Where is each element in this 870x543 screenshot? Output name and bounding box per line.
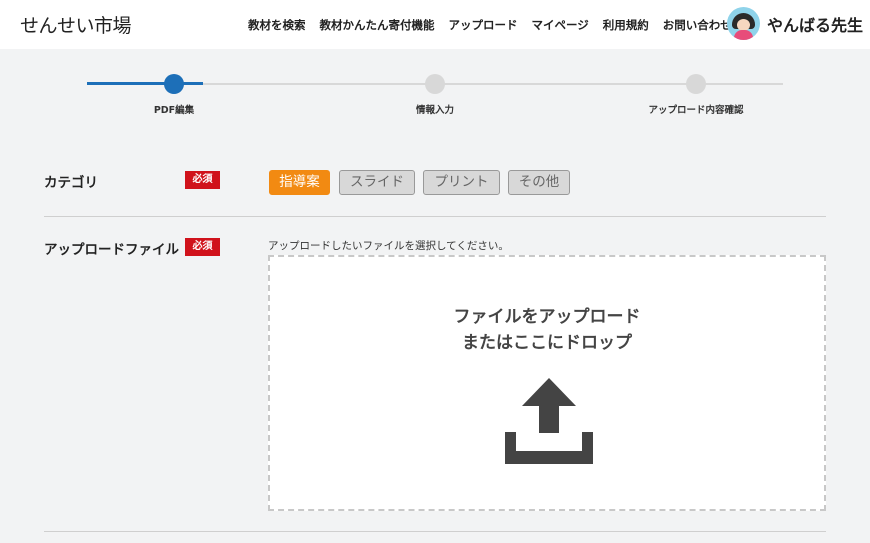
progress-stepper: PDF編集 情報入力 アップロード内容確認 — [0, 49, 870, 129]
site-logo[interactable]: せんせい市場 — [20, 11, 132, 38]
nav-terms[interactable]: 利用規約 — [603, 17, 649, 33]
step-2-dot — [425, 74, 445, 94]
avatar[interactable] — [727, 7, 760, 40]
user-name[interactable]: やんばる先生 — [767, 12, 863, 36]
category-label: カテゴリ — [44, 175, 98, 191]
step-3-label: アップロード内容確認 — [648, 105, 744, 116]
dropzone-title-line2: またはここにドロップ — [462, 333, 632, 353]
nav-contact[interactable]: お問い合わせ — [663, 17, 732, 33]
stepper-progress — [87, 82, 203, 85]
nav-donation[interactable]: 教材かんたん寄付機能 — [320, 17, 435, 33]
user-menu[interactable]: やんばる先生 — [727, 7, 863, 40]
upload-file-label: アップロードファイル — [44, 242, 179, 258]
dropzone-title-line1: ファイルをアップロード — [453, 307, 641, 327]
category-option-slides[interactable]: スライド — [339, 170, 415, 195]
step-1-dot — [164, 74, 184, 94]
divider — [44, 531, 826, 532]
file-dropzone[interactable]: ファイルをアップロード またはここにドロップ — [268, 255, 826, 511]
divider — [44, 216, 826, 217]
category-option-print[interactable]: プリント — [423, 170, 500, 195]
category-option-lesson-plan[interactable]: 指導案 — [269, 170, 330, 195]
site-header: せんせい市場 教材を検索 教材かんたん寄付機能 アップロード マイページ 利用規… — [0, 0, 870, 49]
nav-search[interactable]: 教材を検索 — [248, 17, 306, 33]
step-1-label: PDF編集 — [153, 105, 195, 116]
category-option-other[interactable]: その他 — [508, 170, 570, 195]
step-3-dot — [686, 74, 706, 94]
nav-mypage[interactable]: マイページ — [532, 17, 589, 33]
main-nav: 教材を検索 教材かんたん寄付機能 アップロード マイページ 利用規約 お問い合わ… — [248, 17, 746, 33]
required-badge: 必須 — [185, 238, 220, 256]
upload-hint: アップロードしたいファイルを選択してください。 — [268, 240, 509, 252]
required-badge: 必須 — [185, 171, 220, 189]
step-2-label: 情報入力 — [415, 105, 455, 116]
nav-upload[interactable]: アップロード — [449, 17, 518, 33]
upload-icon — [505, 378, 593, 464]
